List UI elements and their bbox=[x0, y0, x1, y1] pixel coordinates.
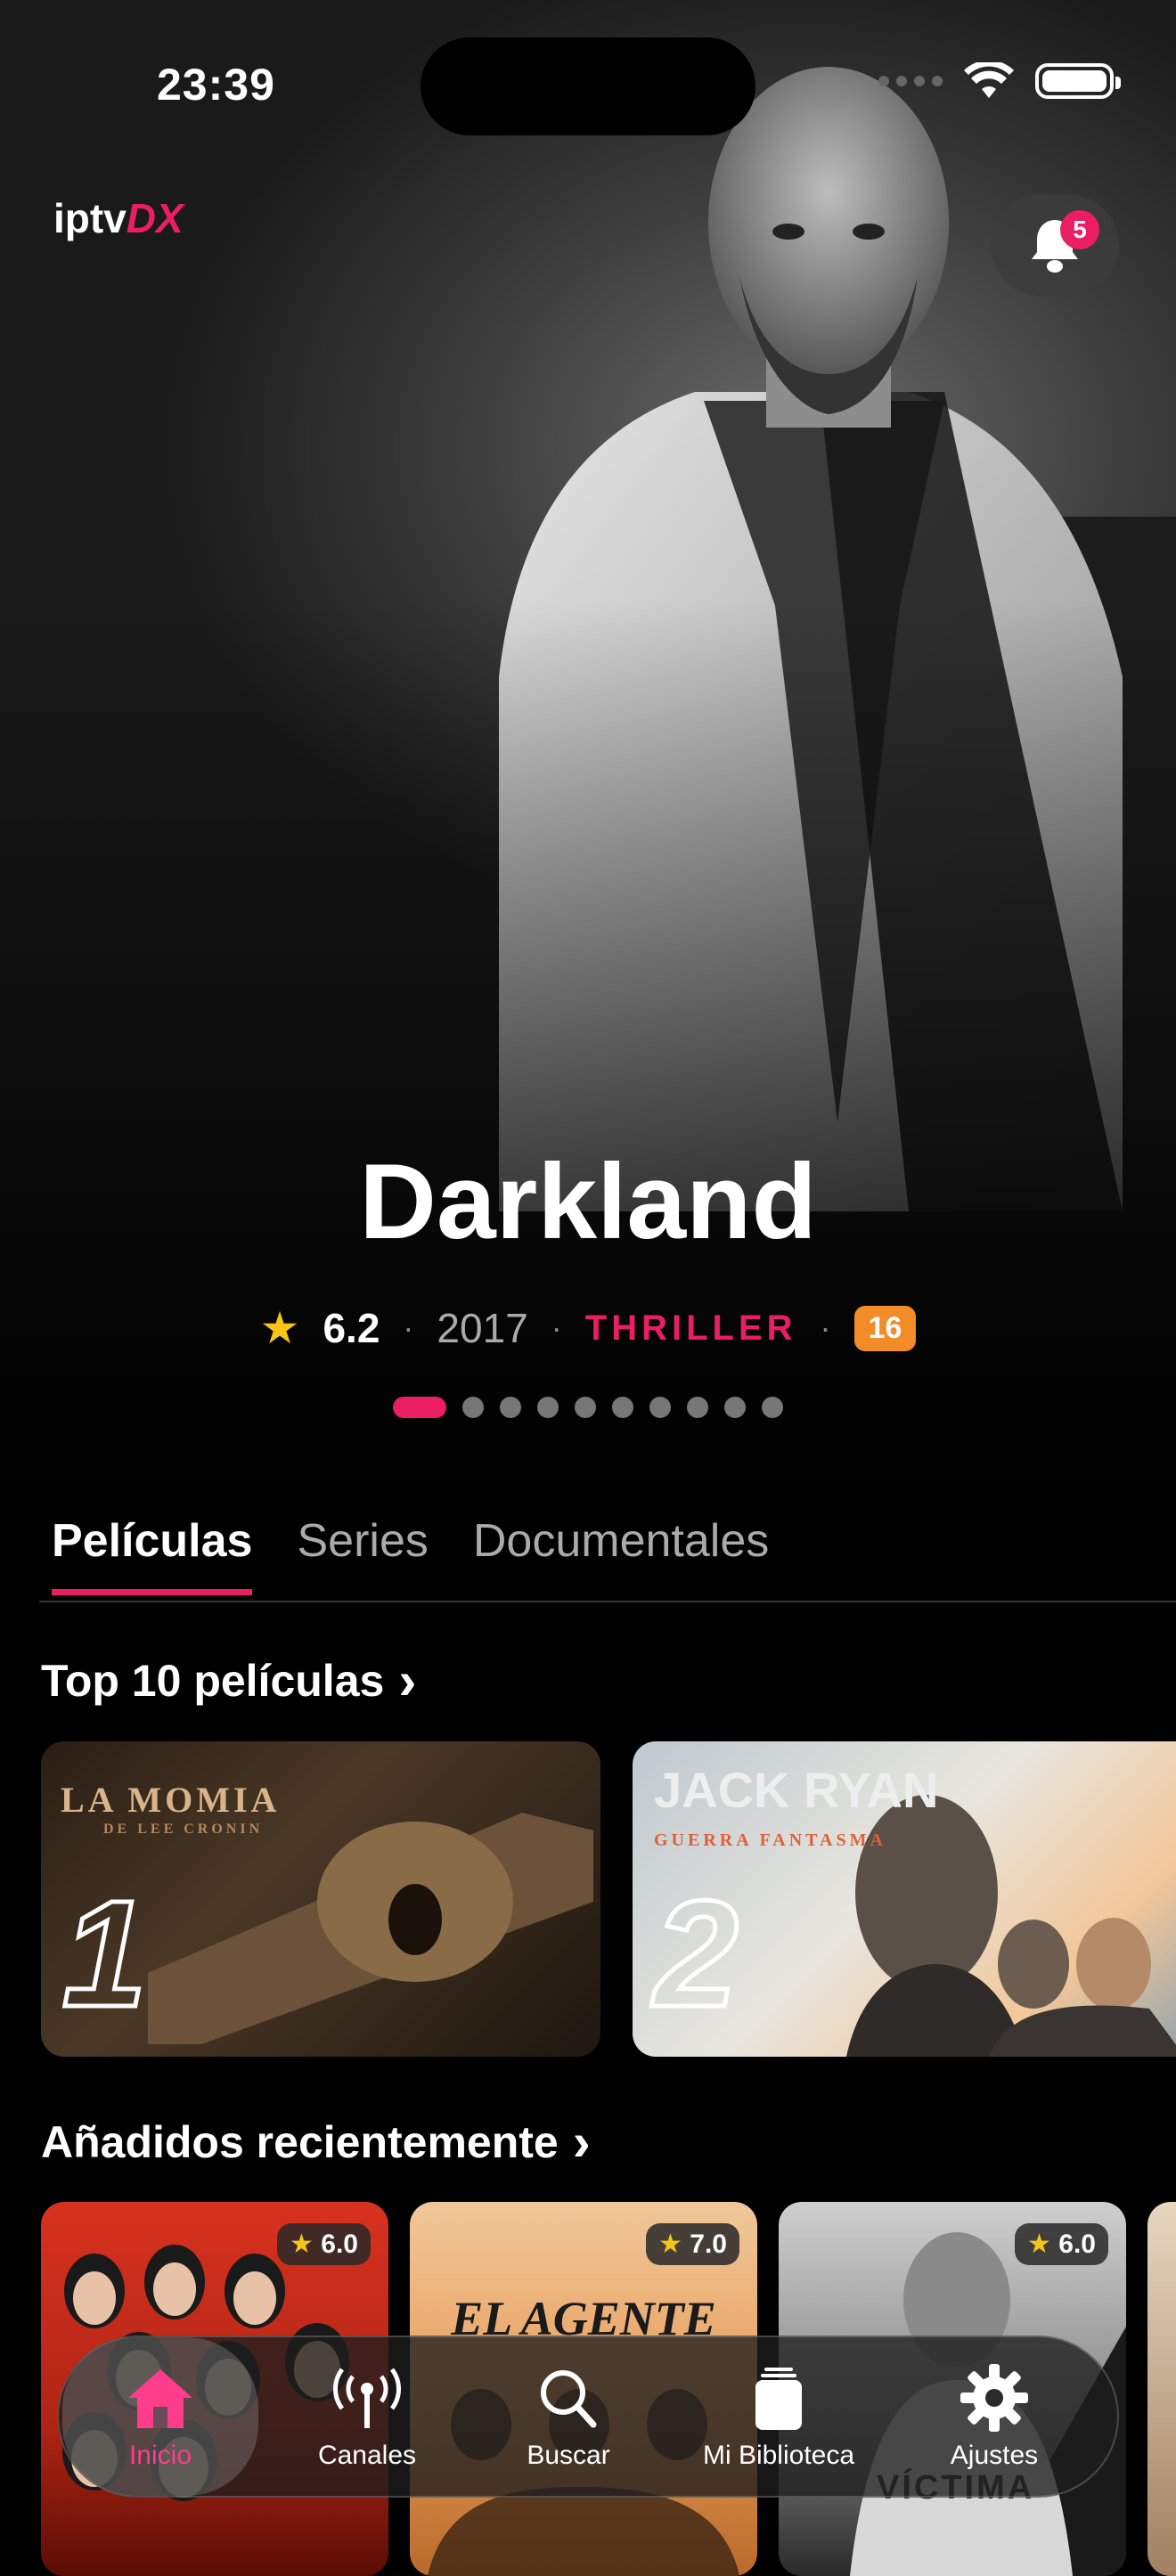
home-icon bbox=[125, 2362, 196, 2433]
chevron-right-icon: › bbox=[572, 2112, 591, 2172]
status-icons bbox=[878, 62, 1121, 100]
poster-subtitle: GUERRA FANTASMA bbox=[654, 1830, 886, 1850]
search-icon bbox=[533, 2362, 604, 2433]
section-title: Top 10 películas bbox=[41, 1655, 385, 1706]
app-logo: iptvDX bbox=[53, 195, 184, 241]
tab-label: Buscar bbox=[527, 2441, 610, 2470]
tab-label: Inicio bbox=[128, 2441, 192, 2470]
tab-buscar[interactable]: Buscar bbox=[470, 2337, 666, 2496]
page-dot[interactable] bbox=[762, 1397, 783, 1418]
separator-dot: · bbox=[403, 1309, 414, 1346]
tab-label: Mi Biblioteca bbox=[702, 2441, 855, 2470]
tab-peliculas[interactable]: Películas bbox=[52, 1514, 253, 1595]
rating-badge: ★ 7.0 bbox=[646, 2223, 739, 2265]
page-dot[interactable] bbox=[612, 1397, 633, 1418]
star-icon: ★ bbox=[658, 2230, 682, 2259]
separator-dot: · bbox=[551, 1309, 562, 1346]
chevron-right-icon: › bbox=[398, 1651, 417, 1710]
page-dot[interactable] bbox=[687, 1397, 708, 1418]
hero-page-indicator[interactable] bbox=[0, 1397, 1176, 1418]
recent-section-header[interactable]: Añadidos recientemente › bbox=[41, 2111, 591, 2172]
tab-mi-biblioteca[interactable]: Mi Biblioteca bbox=[681, 2337, 877, 2496]
poster-title: LA MOMIA bbox=[61, 1780, 281, 1820]
notifications-button[interactable]: 5 bbox=[991, 194, 1119, 296]
hero-rating: 6.2 bbox=[323, 1305, 380, 1351]
top10-section-header[interactable]: Top 10 películas › bbox=[41, 1650, 416, 1711]
rank-number: 1 bbox=[61, 1870, 150, 2039]
page-dot[interactable] bbox=[649, 1397, 671, 1418]
rank-number: 2 bbox=[652, 1870, 741, 2039]
hero-banner[interactable]: 23:39 iptvDX 5 Darkland ★ 6.2 · 2017 · T… bbox=[0, 0, 1176, 1496]
battery-icon bbox=[1035, 63, 1121, 99]
status-time: 23:39 bbox=[157, 60, 275, 110]
star-icon: ★ bbox=[259, 1303, 300, 1353]
bottom-tab-bar: Inicio Canales Buscar Mi Biblioteca Ajus… bbox=[57, 2336, 1119, 2498]
category-tabs: Películas Series Documentales bbox=[52, 1514, 769, 1595]
tab-label: Ajustes bbox=[950, 2441, 1039, 2470]
antenna-icon bbox=[331, 2362, 403, 2433]
star-icon: ★ bbox=[1027, 2230, 1051, 2259]
page-dot[interactable] bbox=[393, 1397, 446, 1418]
tab-ajustes[interactable]: Ajustes bbox=[896, 2337, 1092, 2496]
rating-badge: ★ 6.0 bbox=[277, 2223, 371, 2265]
rating-badge: ★ 6.0 bbox=[1015, 2223, 1108, 2265]
gear-icon bbox=[959, 2362, 1030, 2433]
library-icon bbox=[743, 2362, 814, 2433]
tab-label: Canales bbox=[317, 2441, 417, 2470]
page-dot[interactable] bbox=[462, 1397, 484, 1418]
section-title: Añadidos recientemente bbox=[41, 2116, 559, 2167]
tab-documentales[interactable]: Documentales bbox=[473, 1514, 769, 1595]
hero-genre: THRILLER bbox=[584, 1308, 797, 1348]
tab-inicio[interactable]: Inicio bbox=[62, 2337, 258, 2496]
top10-card[interactable]: LA MOMIA DE LEE CRONIN 1 bbox=[41, 1741, 600, 2057]
hero-meta: ★ 6.2 · 2017 · THRILLER · 16 bbox=[0, 1302, 1176, 1354]
tabs-divider bbox=[39, 1601, 1176, 1602]
hero-year: 2017 bbox=[437, 1305, 528, 1351]
separator-dot: · bbox=[820, 1309, 831, 1346]
hero-title: Darkland bbox=[359, 1142, 817, 1261]
recent-card-partial[interactable] bbox=[1147, 2202, 1176, 2576]
dynamic-island bbox=[421, 37, 755, 135]
notification-badge: 5 bbox=[1060, 210, 1099, 249]
tab-canales[interactable]: Canales bbox=[269, 2337, 465, 2496]
page-dot[interactable] bbox=[537, 1397, 559, 1418]
tab-series[interactable]: Series bbox=[297, 1514, 428, 1595]
page-dot[interactable] bbox=[575, 1397, 596, 1418]
top10-card[interactable]: JACK RYAN GUERRA FANTASMA 2 bbox=[633, 1741, 1176, 2057]
wifi-icon bbox=[964, 62, 1014, 98]
cellular-signal-icon bbox=[878, 76, 943, 86]
age-rating-badge: 16 bbox=[853, 1305, 917, 1351]
page-dot[interactable] bbox=[500, 1397, 521, 1418]
poster-title: JACK RYAN bbox=[654, 1762, 939, 1818]
poster-subtitle: DE LEE CRONIN bbox=[103, 1822, 264, 1837]
page-dot[interactable] bbox=[724, 1397, 746, 1418]
star-icon: ★ bbox=[290, 2230, 314, 2259]
